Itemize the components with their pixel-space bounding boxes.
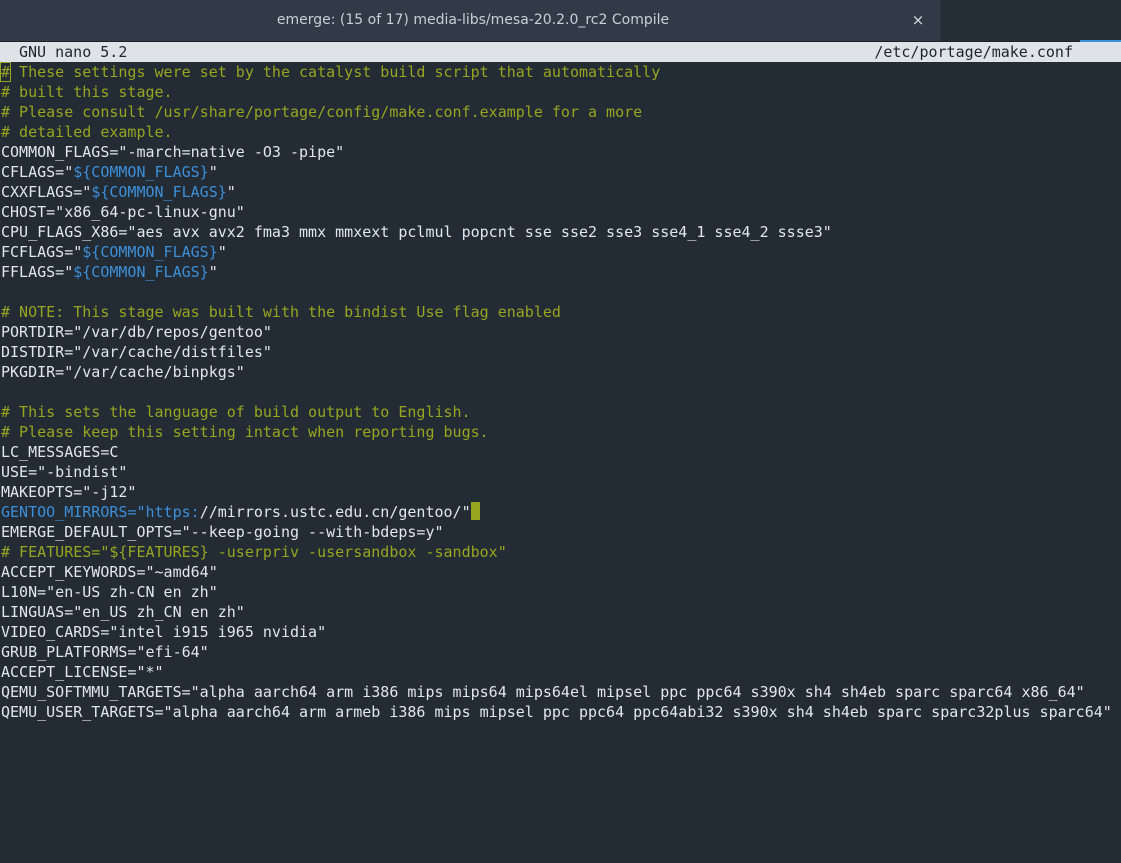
code-text: CFLAGS=" [1, 163, 74, 181]
editor-line[interactable]: # This sets the language of build output… [1, 402, 1121, 422]
code-text: GRUB_PLATFORMS="efi-64" [1, 643, 209, 661]
tab-bar: emerge: (15 of 17) media-libs/mesa-20.2.… [0, 0, 1121, 42]
code-text: " [208, 263, 218, 281]
editor-buffer[interactable]: # These settings were set by the catalys… [0, 62, 1121, 722]
editor-line[interactable]: EMERGE_DEFAULT_OPTS="--keep-going --with… [1, 522, 1121, 542]
variable-text: GENTOO_MIRRORS="https: [1, 503, 200, 521]
code-text: COMMON_FLAGS="-march=native -O3 -pipe" [1, 143, 345, 161]
code-text: MAKEOPTS="-j12" [1, 483, 137, 501]
cursor-position: # [0, 62, 12, 82]
editor-line[interactable]: GENTOO_MIRRORS="https://mirrors.ustc.edu… [1, 502, 1121, 522]
editor-line[interactable]: # Please keep this setting intact when r… [1, 422, 1121, 442]
editor-line[interactable]: GRUB_PLATFORMS="efi-64" [1, 642, 1121, 662]
editor-line[interactable]: CXXFLAGS="${COMMON_FLAGS}" [1, 182, 1121, 202]
editor-line[interactable]: COMMON_FLAGS="-march=native -O3 -pipe" [1, 142, 1121, 162]
comment-text: # detailed example. [1, 123, 173, 141]
close-icon[interactable]: × [906, 8, 930, 32]
code-text: " [208, 163, 218, 181]
code-text: FFLAGS=" [1, 263, 74, 281]
code-text: //mirrors.ustc.edu.cn/gentoo/" [199, 503, 471, 521]
comment-text: These settings were set by the catalyst … [10, 63, 661, 81]
code-text: USE="-bindist" [1, 463, 128, 481]
nano-version: GNU nano 5.2 [19, 43, 128, 61]
editor-line[interactable]: QEMU_SOFTMMU_TARGETS="alpha aarch64 arm … [1, 682, 1121, 702]
editor-line[interactable]: PORTDIR="/var/db/repos/gentoo" [1, 322, 1121, 342]
editor-line[interactable] [1, 282, 1121, 302]
variable-text: ${COMMON_FLAGS} [73, 163, 209, 181]
code-text: EMERGE_DEFAULT_OPTS="--keep-going --with… [1, 523, 444, 541]
editor-line[interactable]: # built this stage. [1, 82, 1121, 102]
code-text: CHOST="x86_64-pc-linux-gnu" [1, 203, 245, 221]
comment-text: # Please consult /usr/share/portage/conf… [1, 103, 643, 121]
comment-text: # FEATURES="${FEATURES} -userpriv -users… [1, 543, 507, 561]
editor-line[interactable]: L10N="en-US zh-CN en zh" [1, 582, 1121, 602]
code-text: " [217, 243, 227, 261]
editor-line[interactable]: CHOST="x86_64-pc-linux-gnu" [1, 202, 1121, 222]
editor-line[interactable]: # Please consult /usr/share/portage/conf… [1, 102, 1121, 122]
code-text: LC_MESSAGES=C [1, 443, 119, 461]
nano-filename: /etc/portage/make.conf [874, 43, 1073, 61]
code-text: CPU_FLAGS_X86="aes avx avx2 fma3 mmx mmx… [1, 223, 832, 241]
comment-text: # built this stage. [1, 83, 173, 101]
editor-line[interactable]: CFLAGS="${COMMON_FLAGS}" [1, 162, 1121, 182]
editor-line[interactable]: MAKEOPTS="-j12" [1, 482, 1121, 502]
editor-line[interactable]: ACCEPT_KEYWORDS="~amd64" [1, 562, 1121, 582]
editor-line[interactable]: # NOTE: This stage was built with the bi… [1, 302, 1121, 322]
nano-title-bar: GNU nano 5.2 /etc/portage/make.conf [0, 42, 1121, 62]
code-text: CXXFLAGS=" [1, 183, 92, 201]
code-text: ACCEPT_KEYWORDS="~amd64" [1, 563, 218, 581]
editor-line[interactable]: FFLAGS="${COMMON_FLAGS}" [1, 262, 1121, 282]
terminal-window: emerge: (15 of 17) media-libs/mesa-20.2.… [0, 0, 1121, 863]
terminal-pane[interactable]: GNU nano 5.2 /etc/portage/make.conf # Th… [0, 42, 1121, 863]
tab-bar-empty-area[interactable] [941, 0, 1121, 41]
text-cursor [470, 502, 480, 520]
variable-text: ${COMMON_FLAGS} [91, 183, 227, 201]
editor-line[interactable]: # FEATURES="${FEATURES} -userpriv -users… [1, 542, 1121, 562]
editor-line[interactable]: PKGDIR="/var/cache/binpkgs" [1, 362, 1121, 382]
comment-text: # NOTE: This stage was built with the bi… [1, 303, 561, 321]
tab-title[interactable]: emerge: (15 of 17) media-libs/mesa-20.2.… [0, 0, 946, 41]
editor-line[interactable]: DISTDIR="/var/cache/distfiles" [1, 342, 1121, 362]
code-text: VIDEO_CARDS="intel i915 i965 nvidia" [1, 623, 327, 641]
editor-line[interactable]: # These settings were set by the catalys… [0, 62, 1121, 82]
editor-line[interactable]: FCFLAGS="${COMMON_FLAGS}" [1, 242, 1121, 262]
code-text: FCFLAGS=" [1, 243, 83, 261]
comment-text: # This sets the language of build output… [1, 403, 471, 421]
editor-line[interactable]: # detailed example. [1, 122, 1121, 142]
editor-line[interactable]: VIDEO_CARDS="intel i915 i965 nvidia" [1, 622, 1121, 642]
code-text: ACCEPT_LICENSE="*" [1, 663, 164, 681]
editor-line[interactable]: LINGUAS="en_US zh_CN en zh" [1, 602, 1121, 622]
editor-line[interactable]: ACCEPT_LICENSE="*" [1, 662, 1121, 682]
code-text: " [226, 183, 236, 201]
variable-text: ${COMMON_FLAGS} [73, 263, 209, 281]
code-text: QEMU_USER_TARGETS="alpha aarch64 arm arm… [1, 703, 1112, 721]
editor-line[interactable]: CPU_FLAGS_X86="aes avx avx2 fma3 mmx mmx… [1, 222, 1121, 242]
editor-line[interactable]: QEMU_USER_TARGETS="alpha aarch64 arm arm… [1, 702, 1121, 722]
code-text: PORTDIR="/var/db/repos/gentoo" [1, 323, 272, 341]
editor-line[interactable]: LC_MESSAGES=C [1, 442, 1121, 462]
tab-underline [0, 39, 940, 41]
comment-text: # Please keep this setting intact when r… [1, 423, 489, 441]
code-text: LINGUAS="en_US zh_CN en zh" [1, 603, 245, 621]
code-text: QEMU_SOFTMMU_TARGETS="alpha aarch64 arm … [1, 683, 1085, 701]
editor-line[interactable]: USE="-bindist" [1, 462, 1121, 482]
editor-line[interactable] [1, 382, 1121, 402]
code-text: L10N="en-US zh-CN en zh" [1, 583, 218, 601]
variable-text: ${COMMON_FLAGS} [82, 243, 218, 261]
code-text: DISTDIR="/var/cache/distfiles" [1, 343, 272, 361]
code-text: PKGDIR="/var/cache/binpkgs" [1, 363, 245, 381]
